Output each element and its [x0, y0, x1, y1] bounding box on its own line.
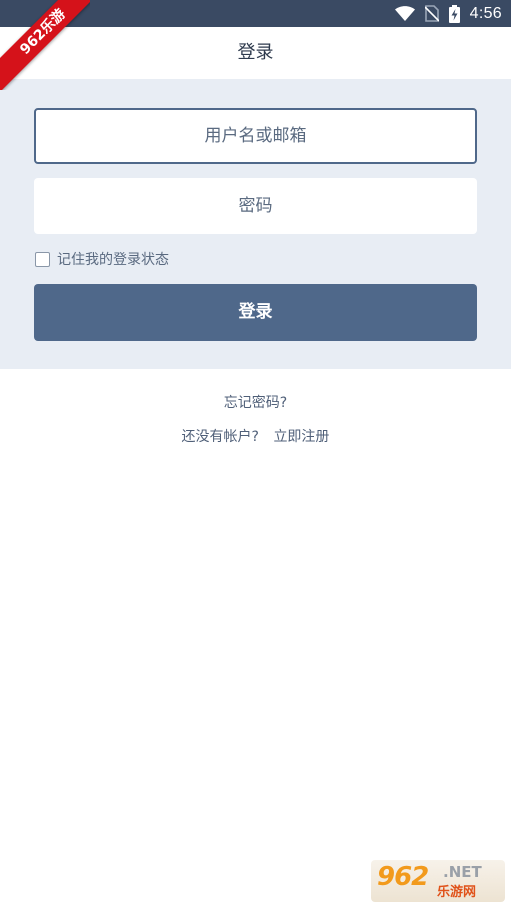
status-icons: 4:56: [394, 0, 502, 27]
remember-me-label: 记住我的登录状态: [57, 252, 169, 268]
register-row: 还没有帐户? 立即注册: [0, 426, 511, 446]
status-time: 4:56: [469, 4, 502, 22]
remember-me-row[interactable]: 记住我的登录状态: [35, 249, 169, 269]
watermark-logo: 962 .NET 乐游网: [371, 860, 505, 902]
status-bar: 4:56: [0, 0, 511, 27]
watermark-logo-subtitle: 乐游网: [437, 885, 477, 900]
login-button[interactable]: 登录: [34, 284, 477, 341]
forgot-password-link[interactable]: 忘记密码?: [0, 392, 511, 412]
watermark-logo-number: 962: [377, 862, 429, 892]
login-form: 用户名或邮箱 密码 记住我的登录状态 登录: [0, 79, 511, 369]
login-screen: 4:56 登录 用户名或邮箱 密码 记住我的登录状态 登录 忘记密码? 还没有帐…: [0, 0, 511, 908]
battery-charging-icon: [448, 4, 460, 23]
page-title: 登录: [237, 42, 274, 63]
wifi-icon: [394, 5, 415, 21]
username-input[interactable]: 用户名或邮箱: [34, 108, 477, 164]
no-account-text: 还没有帐户?: [181, 429, 259, 445]
password-input[interactable]: 密码: [34, 178, 477, 234]
register-link[interactable]: 立即注册: [273, 426, 329, 446]
app-header: 登录: [0, 27, 511, 79]
no-sim-icon: [424, 5, 439, 22]
watermark-logo-domain: .NET: [443, 863, 482, 881]
remember-me-checkbox[interactable]: [35, 251, 50, 267]
